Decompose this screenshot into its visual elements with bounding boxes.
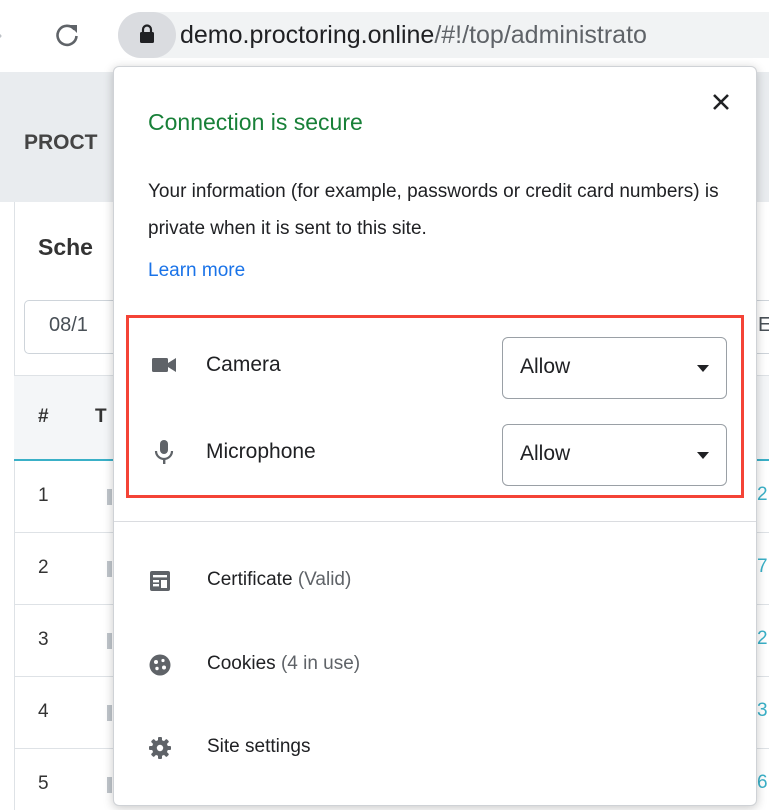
cookies-count: (4 in use) [280, 653, 361, 674]
chevron-down-icon [697, 452, 709, 459]
brand-logo: PROCT [24, 131, 98, 154]
connection-secure-description: Your information (for example, passwords… [148, 181, 719, 239]
cookies-icon [148, 653, 172, 677]
column-header-title[interactable]: T [95, 406, 107, 428]
row-text-fragment [107, 777, 112, 793]
chevron-down-icon [697, 365, 709, 372]
certificate-icon [148, 569, 172, 593]
address-bar[interactable]: demo.proctoring.online/#!/top/administra… [118, 12, 769, 58]
connection-secure-title: Connection is secure [148, 109, 363, 135]
menu-item-certificate[interactable]: Certificate (Valid) [114, 548, 756, 614]
lock-icon [139, 24, 155, 44]
column-header-number[interactable]: # [38, 406, 49, 428]
site-settings-label: Site settings [207, 736, 311, 757]
site-info-button[interactable] [118, 12, 176, 58]
gear-icon [148, 736, 172, 760]
row-number: 3 [38, 629, 49, 650]
url-text[interactable]: demo.proctoring.online/#!/top/administra… [180, 20, 647, 50]
reload-icon[interactable] [52, 20, 82, 50]
row-link[interactable]: 2 [757, 628, 768, 650]
row-text-fragment [107, 633, 112, 649]
row-number: 4 [38, 701, 49, 722]
row-text-fragment [107, 489, 112, 505]
row-number: 2 [38, 557, 49, 578]
permission-label-microphone: Microphone [206, 440, 316, 463]
site-info-popup: Connection is secure Your information (f… [113, 66, 757, 806]
url-path: /#!/top/administrato [434, 21, 647, 49]
learn-more-link[interactable]: Learn more [148, 260, 245, 282]
permissions-highlight: Camera Allow Microphone Allow [126, 315, 744, 498]
camera-icon [151, 352, 177, 378]
row-number: 5 [38, 773, 49, 794]
permission-row-camera: Camera Allow [129, 334, 741, 402]
permission-row-microphone: Microphone Allow [129, 421, 741, 489]
forward-arrow-icon[interactable]: › [0, 20, 18, 48]
camera-permission-select[interactable]: Allow [502, 337, 727, 399]
browser-toolbar: › demo.proctoring.online/#!/top/administ… [0, 0, 769, 72]
cookies-label: Cookies [207, 653, 276, 674]
row-text-fragment [107, 561, 112, 577]
row-link[interactable]: 3 [757, 700, 768, 722]
close-icon[interactable] [710, 91, 732, 113]
row-number: 1 [38, 485, 49, 506]
row-link[interactable]: 2 [757, 484, 768, 506]
microphone-permission-value: Allow [520, 442, 571, 465]
certificate-label: Certificate [207, 569, 293, 590]
certificate-status: (Valid) [297, 569, 352, 590]
menu-label-certificate: Certificate (Valid) [207, 569, 351, 591]
row-link[interactable]: 6 [757, 772, 768, 794]
permission-label-camera: Camera [206, 353, 281, 376]
microphone-permission-select[interactable]: Allow [502, 424, 727, 486]
menu-item-cookies[interactable]: Cookies (4 in use) [114, 632, 756, 698]
row-text-fragment [107, 705, 112, 721]
row-link[interactable]: 7 [757, 556, 768, 578]
section-title: Sche [38, 234, 93, 260]
url-host: demo.proctoring.online [180, 21, 435, 49]
menu-label-cookies: Cookies (4 in use) [207, 653, 360, 675]
microphone-icon [151, 439, 177, 465]
camera-permission-value: Allow [520, 355, 571, 378]
menu-item-site-settings[interactable]: Site settings [114, 715, 756, 781]
divider [114, 521, 756, 522]
